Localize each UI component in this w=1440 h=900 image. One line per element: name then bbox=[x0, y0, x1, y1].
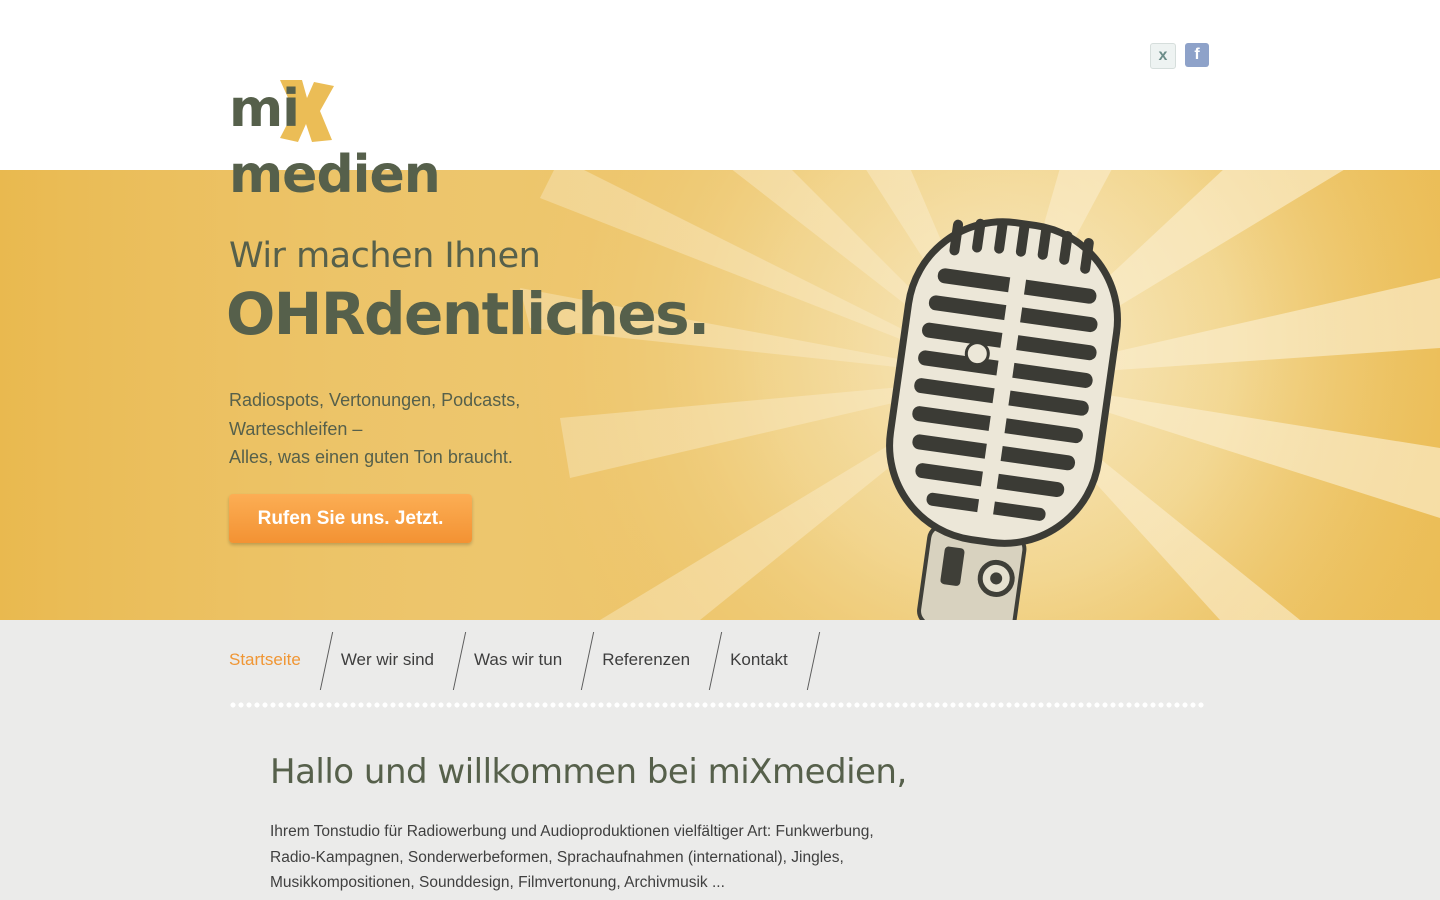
nav-item-label: Was wir tun bbox=[474, 650, 563, 669]
nav-item-label: Kontakt bbox=[730, 650, 788, 669]
welcome-text-line: Ihrem Tonstudio für Radiowerbung und Aud… bbox=[270, 823, 874, 840]
hero-text-line: Radiospots, Vertonungen, Podcasts, bbox=[229, 390, 521, 410]
microphone-illustration bbox=[886, 218, 1121, 620]
nav-separator bbox=[581, 632, 595, 690]
nav-item-label: Referenzen bbox=[602, 650, 691, 669]
content-area: Startseite Wer wir sind Was wir tun Refe… bbox=[0, 620, 1440, 900]
nav-item-label: Startseite bbox=[229, 650, 301, 669]
hero-text-line: Warteschleifen – bbox=[229, 418, 363, 439]
nav-item-wer-wir-sind[interactable]: Wer wir sind bbox=[340, 632, 467, 690]
hero-description: Radiospots, Vertonungen, Podcasts, Warte… bbox=[229, 386, 649, 472]
header-slant bbox=[0, 118, 1440, 164]
nav-item-kontakt[interactable]: Kontakt bbox=[730, 632, 820, 690]
dotted-divider bbox=[229, 702, 1205, 708]
nav-item-startseite[interactable]: Startseite bbox=[229, 632, 333, 690]
welcome-text-line: Musikkompositionen, Sounddesign, Filmver… bbox=[270, 874, 725, 891]
main-navigation: Startseite Wer wir sind Was wir tun Refe… bbox=[229, 632, 828, 692]
xing-icon[interactable]: x bbox=[1150, 43, 1176, 69]
site-logo[interactable]: mimedienmimedien bbox=[229, 76, 519, 205]
hero-banner: Wir machen Ihnen OHRdentliches. Radiospo… bbox=[0, 118, 1440, 620]
welcome-text-line: Radio-Kampagnen, Sonderwerbeformen, Spra… bbox=[270, 848, 844, 866]
facebook-icon[interactable]: f bbox=[1185, 43, 1209, 67]
social-links: x f bbox=[1150, 43, 1209, 69]
nav-item-label: Wer wir sind bbox=[340, 650, 435, 669]
call-us-button[interactable]: Rufen Sie uns. Jetzt. bbox=[229, 494, 472, 543]
logo-text: mimedienmimedien bbox=[229, 79, 441, 205]
welcome-text: Ihrem Tonstudio für Radiowerbung und Aud… bbox=[270, 819, 920, 896]
hero-tagline-small: Wir machen Ihnen bbox=[229, 236, 541, 276]
nav-item-was-wir-tun[interactable]: Was wir tun bbox=[474, 632, 595, 690]
welcome-title: Hallo und willkommen bei miXmedien, bbox=[270, 752, 907, 792]
nav-item-referenzen[interactable]: Referenzen bbox=[602, 632, 723, 690]
nav-separator bbox=[452, 632, 467, 690]
nav-separator bbox=[319, 632, 333, 690]
hero-text-line: Alles, was einen guten Ton braucht. bbox=[229, 447, 513, 467]
nav-separator bbox=[708, 632, 723, 690]
site-header: mimedienmimedien x f bbox=[0, 0, 1440, 205]
header-background bbox=[0, 0, 1440, 164]
hero-tagline-big: OHRdentliches. bbox=[226, 280, 710, 348]
nav-separator bbox=[806, 632, 820, 690]
